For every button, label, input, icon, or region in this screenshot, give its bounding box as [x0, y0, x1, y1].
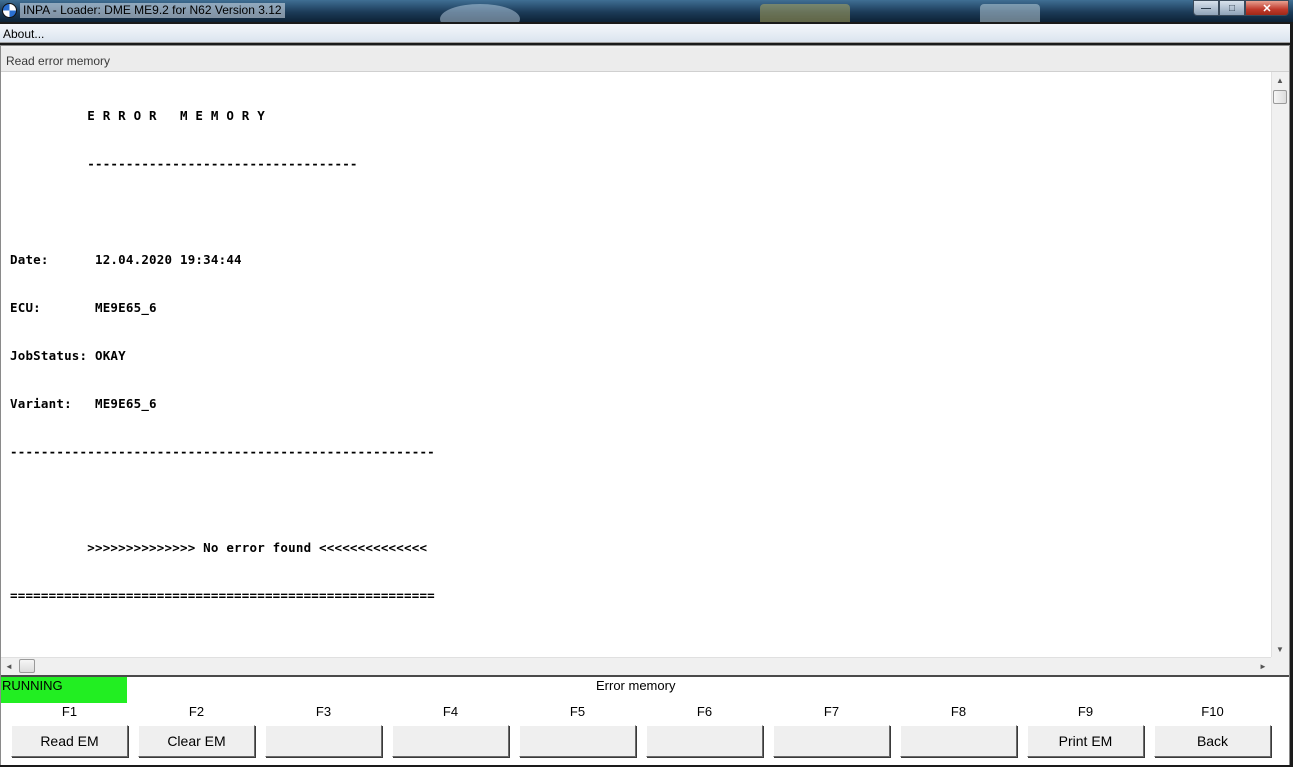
f6-button[interactable]: [646, 725, 763, 757]
fkey-label: F5: [569, 704, 586, 719]
fkey-label: F3: [315, 704, 332, 719]
scroll-up-icon[interactable]: ▲: [1272, 72, 1288, 88]
running-status-badge: RUNNING: [1, 677, 127, 703]
panel-title: Read error memory: [6, 54, 111, 68]
read-em-button[interactable]: Read EM: [11, 725, 128, 757]
f7-button[interactable]: [773, 725, 890, 757]
minimize-button[interactable]: —: [1193, 0, 1219, 16]
desktop-background-decoration: [440, 4, 520, 22]
desktop-background-decoration: [760, 4, 850, 22]
minimize-icon: —: [1201, 2, 1211, 14]
fkey-label: F2: [188, 704, 205, 719]
fkey-label: F8: [950, 704, 967, 719]
f4-button[interactable]: [392, 725, 509, 757]
output-line: Variant: ME9E65_6: [10, 396, 157, 411]
window-controls: — □ ✕: [1193, 0, 1289, 16]
menu-item-about[interactable]: About...: [3, 27, 44, 41]
output-text-area[interactable]: E R R O R M E M O R Y ------------------…: [1, 72, 1288, 674]
fkey-label: F7: [823, 704, 840, 719]
maximize-icon: □: [1228, 2, 1236, 14]
output-line: Date: 12.04.2020 19:34:44: [10, 252, 242, 267]
f3-button[interactable]: [265, 725, 382, 757]
output-line: ECU: ME9E65_6: [10, 300, 157, 315]
fkey-label: F4: [442, 704, 459, 719]
output-line: ----------------------------------------…: [10, 444, 435, 459]
function-key-bar: F1 Read EM F2 Clear EM F3 F4 F5 F6 F7 F8: [1, 703, 1289, 765]
horizontal-scrollbar[interactable]: ◄ ►: [1, 657, 1271, 674]
panel-header: Read error memory: [1, 48, 1289, 72]
f8-button[interactable]: [900, 725, 1017, 757]
print-em-button[interactable]: Print EM: [1027, 725, 1144, 757]
error-memory-output: E R R O R M E M O R Y ------------------…: [10, 76, 435, 636]
title-bar[interactable]: INPA - Loader: DME ME9.2 for N62 Version…: [0, 0, 1293, 22]
scroll-down-icon[interactable]: ▼: [1272, 641, 1288, 657]
clear-em-button[interactable]: Clear EM: [138, 725, 255, 757]
f5-button[interactable]: [519, 725, 636, 757]
menu-bar: About...: [0, 24, 1290, 43]
vertical-scrollbar[interactable]: ▲ ▼: [1271, 72, 1288, 657]
output-line: E R R O R M E M O R Y: [10, 108, 265, 123]
status-row: RUNNING Error memory: [1, 675, 1289, 703]
scrollbar-corner: [1271, 657, 1288, 674]
back-button[interactable]: Back: [1154, 725, 1271, 757]
fkey-label: F6: [696, 704, 713, 719]
desktop-background-decoration: [980, 4, 1040, 22]
scroll-right-icon[interactable]: ►: [1255, 658, 1271, 674]
vertical-scroll-thumb[interactable]: [1273, 90, 1287, 104]
output-line: >>>>>>>>>>>>>> No error found <<<<<<<<<<…: [10, 540, 428, 555]
main-frame: Read error memory E R R O R M E M O R Y …: [0, 45, 1290, 765]
output-line: ========================================…: [10, 588, 435, 603]
bmw-logo-icon[interactable]: [2, 3, 17, 18]
output-line: -----------------------------------: [10, 156, 358, 171]
scroll-left-icon[interactable]: ◄: [1, 658, 17, 674]
maximize-button[interactable]: □: [1219, 0, 1245, 16]
fkey-label: F1: [61, 704, 78, 719]
window-title: INPA - Loader: DME ME9.2 for N62 Version…: [20, 3, 285, 18]
output-line: JobStatus: OKAY: [10, 348, 126, 363]
horizontal-scroll-thumb[interactable]: [19, 659, 35, 673]
close-icon: ✕: [1262, 2, 1272, 15]
fkey-label: F9: [1077, 704, 1094, 719]
status-message: Error memory: [596, 678, 676, 693]
close-button[interactable]: ✕: [1245, 0, 1289, 16]
fkey-label: F10: [1201, 704, 1224, 719]
